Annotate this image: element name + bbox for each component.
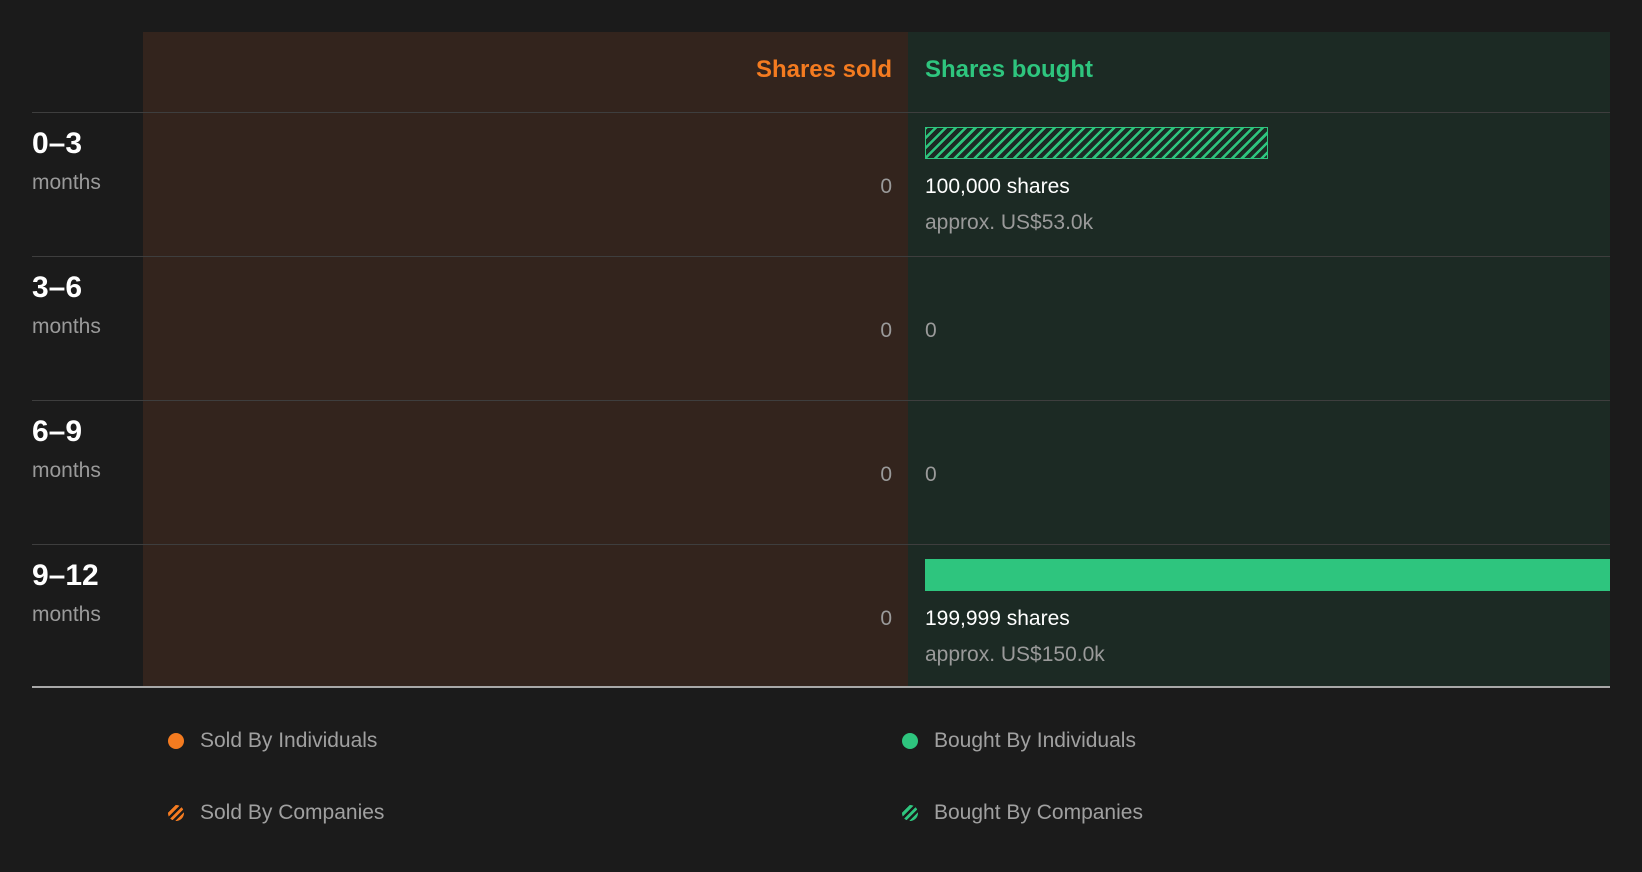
shares-sold-value: 0 xyxy=(880,175,892,198)
shares-bought-approx-value: approx. US$150.0k xyxy=(925,643,1105,666)
period-unit: months xyxy=(32,459,101,482)
legend-item: Sold By Companies xyxy=(168,799,384,827)
period-label: 3–6 xyxy=(32,271,83,304)
shares-bought-value: 100,000 shares xyxy=(925,175,1070,198)
hatched-dot-icon xyxy=(902,805,918,821)
dot-icon xyxy=(168,733,184,749)
period-unit: months xyxy=(32,315,101,338)
shares-bought-value: 0 xyxy=(925,319,937,342)
period-unit: months xyxy=(32,603,101,626)
period-label: 9–12 xyxy=(32,559,99,592)
shares-bought-approx-value: approx. US$53.0k xyxy=(925,211,1094,234)
legend-label: Bought By Individuals xyxy=(934,729,1136,752)
shares-bought-bar xyxy=(925,127,1268,159)
legend-item: Sold By Individuals xyxy=(168,727,377,755)
shares-sold-header: Shares sold xyxy=(755,56,892,83)
period-unit: months xyxy=(32,171,101,194)
shares-bought-bar xyxy=(925,559,1610,591)
period-row: 9–12 months 0 199,999 shares approx. US$150.… xyxy=(0,544,1642,688)
insider-trading-chart: Shares sold Shares bought 0–3 months 0 100,… xyxy=(0,0,1642,690)
dot-icon xyxy=(902,733,918,749)
hatched-dot-icon xyxy=(168,805,184,821)
shares-sold-value: 0 xyxy=(880,463,892,486)
period-row: 3–6 months 0 0 xyxy=(0,256,1642,400)
shares-bought-value: 0 xyxy=(925,463,937,486)
shares-bought-header: Shares bought xyxy=(925,56,1094,83)
shares-bought-value: 199,999 shares xyxy=(925,607,1070,630)
legend-item: Bought By Companies xyxy=(902,799,1143,827)
period-label: 6–9 xyxy=(32,415,83,448)
period-label: 0–3 xyxy=(32,127,83,160)
chart-legend: Sold By Individuals Bought By Individuals… xyxy=(0,690,1642,872)
legend-label: Sold By Individuals xyxy=(200,729,378,752)
chart-baseline xyxy=(32,686,1610,688)
period-row: 0–3 months 0 100,000 shares approx. US$53.0k xyxy=(0,112,1642,256)
legend-item: Bought By Individuals xyxy=(902,727,1136,755)
shares-sold-value: 0 xyxy=(880,607,892,630)
legend-label: Bought By Companies xyxy=(934,801,1143,824)
period-row: 6–9 months 0 0 xyxy=(0,400,1642,544)
legend-label: Sold By Companies xyxy=(200,801,385,824)
shares-sold-value: 0 xyxy=(880,319,892,342)
